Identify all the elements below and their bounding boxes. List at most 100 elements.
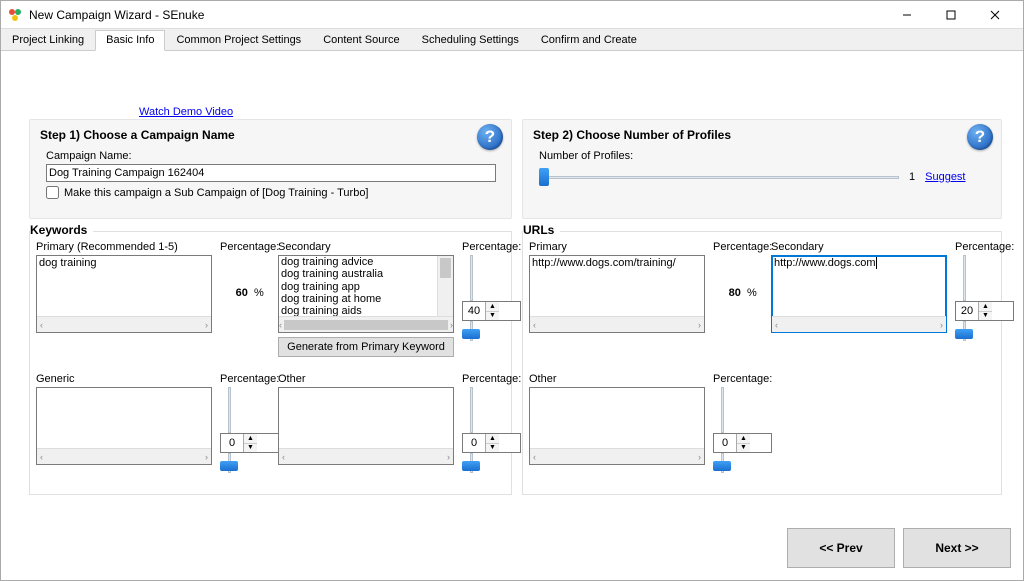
urls-other-slider-bottom[interactable] — [713, 453, 731, 473]
keywords-other-label: Other — [278, 373, 454, 385]
urls-group-title: URLs — [523, 223, 560, 237]
urls-other-label: Other — [529, 373, 705, 385]
urls-secondary-label: Secondary — [771, 241, 947, 253]
keywords-generic-textarea[interactable]: ‹› — [36, 387, 212, 465]
spin-up[interactable]: ▲ — [486, 434, 499, 444]
spin-down[interactable]: ▼ — [486, 312, 499, 321]
tab-common-project-settings[interactable]: Common Project Settings — [165, 30, 312, 51]
step2-title: Step 2) Choose Number of Profiles — [523, 120, 1001, 146]
campaign-name-input[interactable] — [46, 164, 496, 182]
spin-down[interactable]: ▼ — [244, 444, 257, 453]
close-button[interactable] — [973, 2, 1017, 28]
maximize-icon — [946, 10, 956, 20]
keywords-generic-pct-label: Percentage: — [220, 373, 279, 385]
urls-secondary-slider-bottom[interactable] — [955, 321, 973, 341]
keywords-generic-slider[interactable] — [220, 387, 238, 433]
keywords-secondary-listbox[interactable]: dog training advice dog training austral… — [278, 255, 454, 333]
subcampaign-checkbox[interactable] — [46, 186, 59, 199]
watch-demo-link[interactable]: Watch Demo Video — [139, 106, 233, 118]
tab-scheduling-settings[interactable]: Scheduling Settings — [411, 30, 530, 51]
list-item[interactable]: dog training at home — [281, 293, 451, 305]
urls-other-slider[interactable] — [713, 387, 731, 433]
scrollbar[interactable]: ‹› — [530, 316, 704, 332]
keywords-secondary-spinner[interactable]: ▲▼ — [462, 301, 521, 321]
spin-up[interactable]: ▲ — [979, 302, 992, 312]
titlebar: New Campaign Wizard - SEnuke — [1, 1, 1023, 29]
scrollbar[interactable]: ‹› — [279, 448, 453, 464]
spin-up[interactable]: ▲ — [737, 434, 750, 444]
urls-other-textarea[interactable]: ‹› — [529, 387, 705, 465]
keywords-primary-textarea[interactable]: dog training ‹› — [36, 255, 212, 333]
urls-primary-pct-label: Percentage: — [713, 241, 772, 253]
keywords-generic-spinner[interactable]: ▲▼ — [220, 433, 279, 453]
scrollbar[interactable] — [437, 256, 453, 316]
urls-secondary-value: http://www.dogs.com — [774, 257, 876, 269]
spin-down[interactable]: ▼ — [486, 444, 499, 453]
profiles-label: Number of Profiles: — [539, 150, 985, 162]
prev-button[interactable]: << Prev — [787, 528, 895, 568]
list-item[interactable]: dog training australia — [281, 268, 451, 280]
keywords-secondary-label: Secondary — [278, 241, 454, 253]
window-title: New Campaign Wizard - SEnuke — [29, 8, 885, 22]
keywords-primary-label: Primary (Recommended 1-5) — [36, 241, 212, 253]
keywords-generic-pct-input[interactable] — [221, 434, 243, 452]
scrollbar[interactable]: ‹› — [530, 448, 704, 464]
suggest-link[interactable]: Suggest — [925, 171, 965, 183]
close-icon — [990, 10, 1000, 20]
scrollbar[interactable]: ‹› — [37, 316, 211, 332]
keywords-primary-value: dog training — [39, 257, 97, 269]
next-button[interactable]: Next >> — [903, 528, 1011, 568]
urls-group: URLs Primary http://www.dogs.com/trainin… — [522, 231, 1002, 495]
tab-project-linking[interactable]: Project Linking — [1, 30, 95, 51]
spin-down[interactable]: ▼ — [979, 312, 992, 321]
scrollbar[interactable]: ‹› — [37, 448, 211, 464]
tab-basic-info[interactable]: Basic Info — [95, 30, 165, 51]
urls-primary-value: http://www.dogs.com/training/ — [532, 257, 676, 269]
help-icon[interactable]: ? — [477, 124, 503, 150]
tabstrip: Project Linking Basic Info Common Projec… — [1, 29, 1023, 51]
keywords-group-title: Keywords — [30, 223, 93, 237]
keywords-primary-pct-label: Percentage: — [220, 241, 279, 253]
scrollbar[interactable]: ‹› — [772, 316, 946, 332]
urls-other-pct-input[interactable] — [714, 434, 736, 452]
keywords-primary-pct: 60 % — [220, 287, 279, 299]
urls-secondary-pct-label: Percentage: — [955, 241, 1014, 253]
keywords-secondary-slider[interactable] — [462, 255, 480, 301]
list-item[interactable]: dog training advice — [281, 256, 451, 268]
keywords-generic-slider-bottom[interactable] — [220, 453, 238, 473]
spin-up[interactable]: ▲ — [486, 302, 499, 312]
maximize-button[interactable] — [929, 2, 973, 28]
step1-title: Step 1) Choose a Campaign Name — [30, 120, 511, 146]
urls-other-spinner[interactable]: ▲▼ — [713, 433, 772, 453]
urls-secondary-pct-input[interactable] — [956, 302, 978, 320]
keywords-secondary-pct-label: Percentage: — [462, 241, 521, 253]
help-icon[interactable]: ? — [967, 124, 993, 150]
keywords-other-slider-bottom[interactable] — [462, 453, 480, 473]
urls-secondary-slider[interactable] — [955, 255, 973, 301]
keywords-generic-label: Generic — [36, 373, 212, 385]
keywords-other-pct-input[interactable] — [463, 434, 485, 452]
profiles-slider[interactable] — [539, 168, 899, 186]
generate-keywords-button[interactable]: Generate from Primary Keyword — [278, 337, 454, 357]
spin-up[interactable]: ▲ — [244, 434, 257, 444]
keywords-other-spinner[interactable]: ▲▼ — [462, 433, 521, 453]
spin-down[interactable]: ▼ — [737, 444, 750, 453]
urls-primary-pct: 80 % — [713, 287, 772, 299]
urls-secondary-textarea[interactable]: http://www.dogs.com ‹› — [771, 255, 947, 333]
keywords-secondary-pct-input[interactable] — [463, 302, 485, 320]
urls-other-pct-label: Percentage: — [713, 373, 772, 385]
tab-content-source[interactable]: Content Source — [312, 30, 410, 51]
urls-primary-textarea[interactable]: http://www.dogs.com/training/ ‹› — [529, 255, 705, 333]
keywords-other-slider[interactable] — [462, 387, 480, 433]
scrollbar[interactable]: ‹› — [279, 316, 453, 332]
urls-secondary-spinner[interactable]: ▲▼ — [955, 301, 1014, 321]
keywords-secondary-slider-bottom[interactable] — [462, 321, 480, 341]
step2-panel: Step 2) Choose Number of Profiles ? Numb… — [522, 119, 1002, 219]
profiles-value: 1 — [909, 171, 915, 183]
keywords-other-textarea[interactable]: ‹› — [278, 387, 454, 465]
tab-confirm-and-create[interactable]: Confirm and Create — [530, 30, 648, 51]
app-icon — [7, 7, 23, 23]
list-item[interactable]: dog training app — [281, 281, 451, 293]
minimize-button[interactable] — [885, 2, 929, 28]
subcampaign-label: Make this campaign a Sub Campaign of [Do… — [64, 187, 369, 199]
